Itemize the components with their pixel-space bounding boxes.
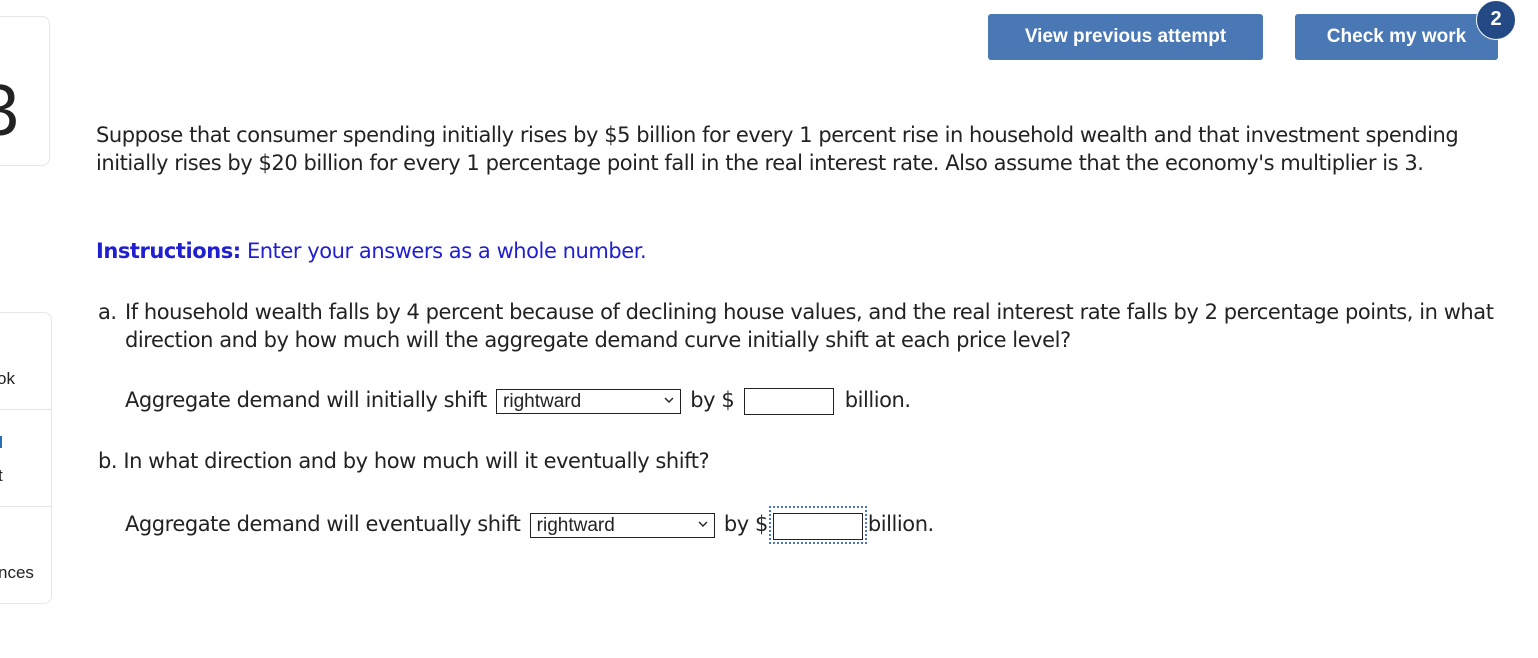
part-b-direction-value: rightward: [536, 514, 615, 536]
part-b-question: b. In what direction and by how much wil…: [98, 447, 710, 475]
sidebar-item-print[interactable]: t: [0, 410, 51, 507]
part-a-label: a.: [98, 300, 117, 324]
check-work-count-badge: 2: [1476, 0, 1516, 40]
sidebar-item-ebook[interactable]: ok: [0, 313, 51, 410]
part-a-amount-input[interactable]: [744, 387, 835, 415]
part-a-direction-value: rightward: [503, 390, 582, 412]
print-icon: [0, 436, 2, 448]
part-b-text: In what direction and by how much will i…: [123, 449, 710, 473]
sidebar-nav: ok t nces: [0, 312, 52, 604]
question-number-card: 3: [0, 16, 50, 166]
chevron-down-icon: [698, 521, 708, 527]
question-intro: Suppose that consumer spending initially…: [96, 123, 1459, 175]
question-number: 3: [0, 75, 19, 147]
instructions-text: Enter your answers as a whole number.: [240, 239, 647, 263]
part-a-by-label: by $: [690, 388, 735, 412]
part-a-suffix: billion.: [844, 388, 911, 412]
part-a-text: If household wealth falls by 4 percent b…: [125, 300, 1494, 352]
part-b-amount-focus-ring: [768, 506, 867, 544]
sidebar-item-label: nces: [0, 563, 34, 582]
sidebar-item-label: t: [0, 466, 3, 485]
part-b-amount-input[interactable]: [772, 512, 863, 540]
view-previous-attempt-button[interactable]: View previous attempt: [988, 14, 1263, 60]
part-b-by-label: by $: [723, 512, 768, 536]
part-b-answer-row: Aggregate demand will eventually shift r…: [125, 506, 934, 544]
part-a-question: a. If household wealth falls by 4 percen…: [98, 298, 1498, 352]
part-b-suffix: billion.: [867, 512, 934, 536]
instructions: Instructions: Enter your answers as a wh…: [96, 237, 647, 265]
part-a-answer-row: Aggregate demand will initially shift ri…: [125, 385, 911, 415]
chevron-down-icon: [664, 397, 674, 403]
instructions-label: Instructions:: [96, 239, 241, 263]
part-b-label: b.: [98, 449, 118, 473]
part-a-direction-select[interactable]: rightward: [496, 388, 682, 414]
part-b-answer-prefix: Aggregate demand will eventually shift: [125, 512, 521, 536]
sidebar-item-references[interactable]: nces: [0, 507, 51, 603]
part-b-direction-select[interactable]: rightward: [529, 512, 715, 538]
part-a-answer-prefix: Aggregate demand will initially shift: [125, 388, 487, 412]
sidebar-item-label: ok: [0, 369, 15, 388]
check-my-work-button[interactable]: Check my work: [1295, 14, 1498, 60]
